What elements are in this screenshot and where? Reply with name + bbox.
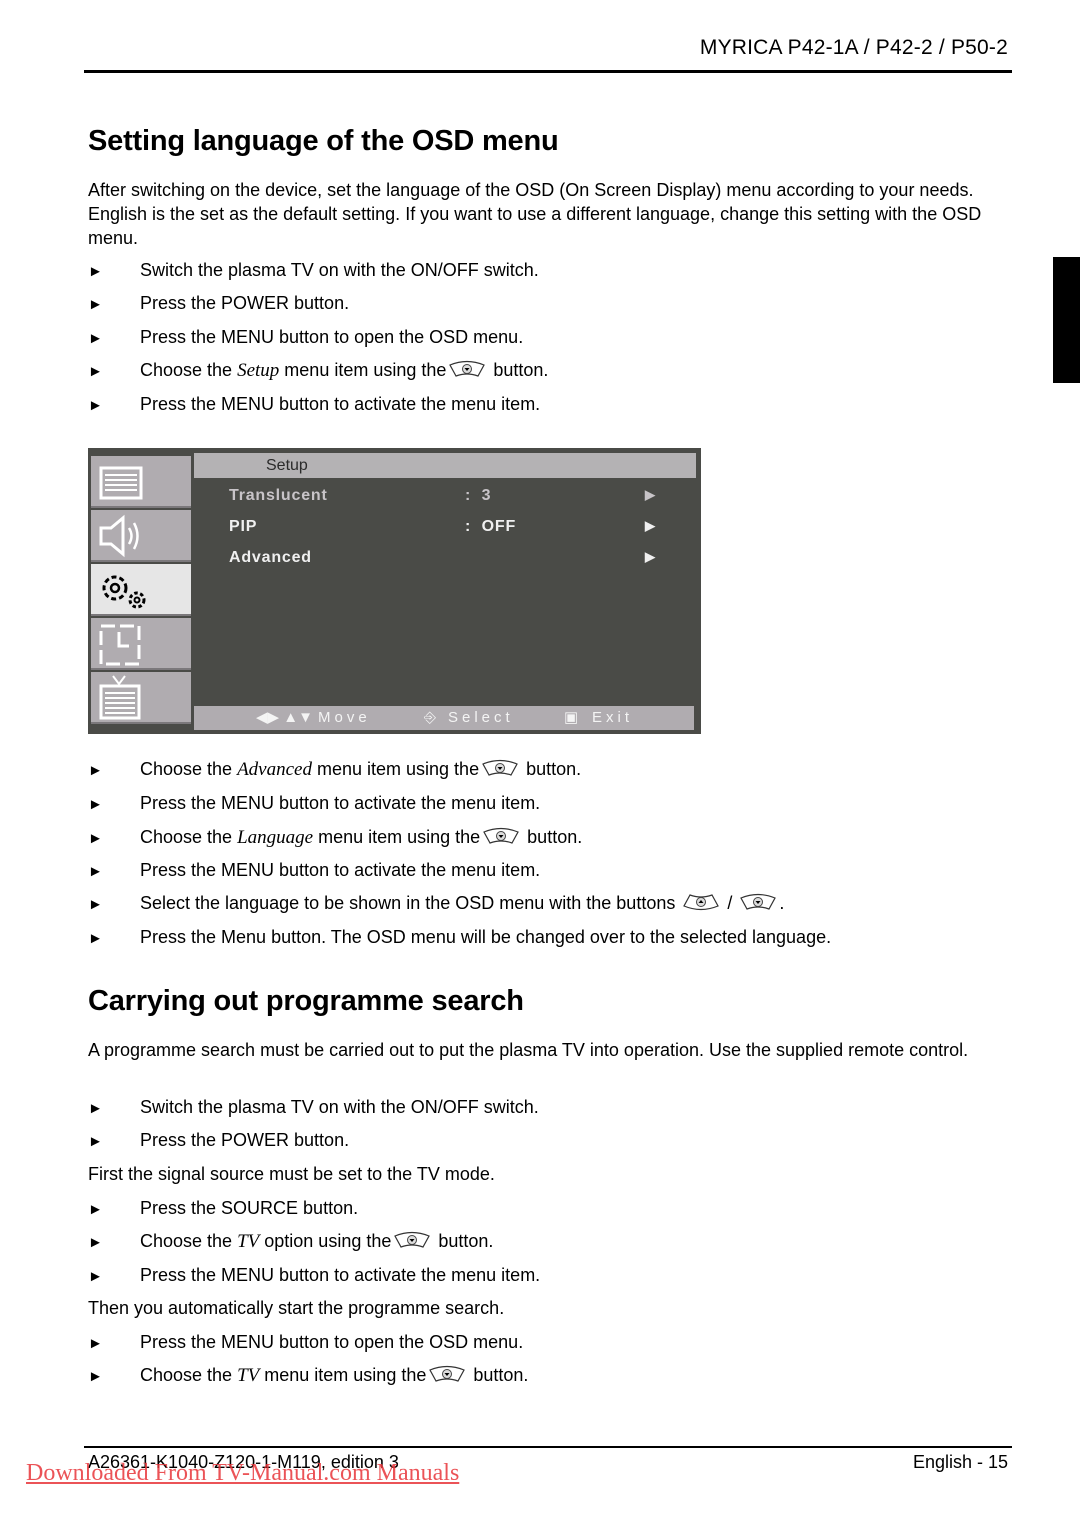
step-item: ► Press the MENU button to activate the m…	[88, 1263, 540, 1289]
bullet-icon: ►	[88, 1234, 103, 1251]
chapter-tab-marker	[1053, 257, 1080, 383]
picture-icon	[99, 466, 143, 500]
section-intro: After switching on the device, set the l…	[88, 180, 982, 248]
step-item: ► Switch the plasma TV on with the ON/OFF…	[88, 258, 539, 284]
osd-tab-picture	[91, 456, 191, 508]
step-item: ► Press the MENU button to activate the m…	[88, 791, 540, 817]
footer-rule	[84, 1446, 1012, 1448]
section-heading-osd-language: Setting language of the OSD menu	[88, 125, 559, 157]
bullet-icon: ►	[88, 796, 103, 813]
osd-title-bar: Setup	[194, 453, 696, 478]
download-watermark-link[interactable]: Downloaded From TV-Manual.com Manuals	[26, 1460, 459, 1487]
bullet-icon: ►	[88, 1368, 103, 1385]
select-icon: ⎆	[424, 709, 437, 726]
bullet-icon: ►	[88, 1100, 103, 1117]
step-item: ► Select the language to be shown in the …	[88, 891, 784, 917]
arrow-right-icon: ▶	[645, 518, 656, 533]
bullet-icon: ►	[88, 330, 103, 347]
note-text: Then you automatically start the program…	[88, 1298, 505, 1318]
osd-tab-tv	[91, 672, 191, 724]
bullet-icon: ►	[88, 830, 103, 847]
section-heading-programme-search: Carrying out programme search	[88, 985, 524, 1017]
osd-footer-move: Move	[318, 709, 371, 726]
step-item: ► Press the POWER button.	[88, 1128, 349, 1154]
note-text: First the signal source must be set to t…	[88, 1164, 495, 1184]
clock-icon	[99, 624, 141, 666]
section-intro: A programme search must be carried out t…	[88, 1040, 969, 1060]
tv-icon	[99, 675, 141, 720]
step-item: ► Press the Menu button. The OSD menu wil…	[88, 925, 831, 951]
step-item: ► Press the MENU button to open the OSD m…	[88, 1330, 523, 1356]
osd-menu-screenshot: Setup Translucent: 3 ▶ PIP: OFF ▶ Advanced…	[88, 448, 701, 734]
bullet-icon: ►	[88, 397, 103, 414]
bullet-icon: ►	[88, 296, 103, 313]
exit-icon: ▣	[564, 709, 579, 726]
step-item: ► Choose the Advanced menu item using the…	[88, 757, 581, 783]
osd-tab-setup	[91, 564, 191, 616]
page-number: English - 15	[912, 1452, 1008, 1472]
bullet-icon: ►	[88, 363, 103, 380]
osd-row-translucent: Translucent: 3 ▶	[229, 487, 656, 504]
move-arrows-icon: ◀▶ ▲▼	[256, 709, 313, 726]
step-item: ► Choose the TV option using the button.	[88, 1229, 493, 1255]
bullet-icon: ►	[88, 1335, 103, 1352]
down-button-icon	[739, 893, 777, 917]
bullet-icon: ►	[88, 762, 103, 779]
step-item: ► Press the MENU button to open the OSD m…	[88, 325, 523, 351]
osd-title: Setup	[266, 457, 308, 474]
step-item: ► Press the MENU button to activate the m…	[88, 392, 540, 418]
bullet-icon: ►	[88, 263, 103, 280]
down-button-icon	[481, 759, 519, 783]
step-item: ► Switch the plasma TV on with the ON/OFF…	[88, 1095, 539, 1121]
sound-icon	[99, 514, 139, 558]
down-button-icon	[393, 1231, 431, 1255]
bullet-icon: ►	[88, 1201, 103, 1218]
step-item: ► Press the POWER button.	[88, 291, 349, 317]
osd-row-advanced: Advanced ▶	[229, 549, 656, 566]
osd-footer-bar: ◀▶ ▲▼ Move ⎆ Select ▣ Exit	[194, 706, 694, 730]
down-button-icon	[482, 827, 520, 851]
up-button-icon	[682, 893, 720, 917]
step-item: ► Press the SOURCE button.	[88, 1196, 358, 1222]
setup-gears-icon	[102, 575, 146, 609]
header-title: MYRICA P42-1A / P42-2 / P50-2	[699, 36, 1008, 59]
arrow-right-icon: ▶	[645, 549, 656, 564]
osd-footer-exit: Exit	[592, 709, 634, 726]
bullet-icon: ►	[88, 1133, 103, 1150]
bullet-icon: ►	[88, 863, 103, 880]
bullet-icon: ►	[88, 896, 103, 913]
osd-tab-sound	[91, 510, 191, 562]
step-item: ► Choose the Language menu item using the…	[88, 825, 582, 851]
osd-footer-select: Select	[448, 709, 514, 726]
down-button-icon	[448, 360, 486, 384]
osd-side-menu	[91, 456, 191, 728]
header-rule	[84, 70, 1012, 73]
osd-row-pip: PIP: OFF ▶	[229, 518, 656, 535]
step-item: ► Choose the Setup menu item using the bu…	[88, 358, 548, 384]
step-item: ► Press the MENU button to activate the m…	[88, 858, 540, 884]
bullet-icon: ►	[88, 1268, 103, 1285]
arrow-right-icon: ▶	[645, 487, 656, 502]
down-button-icon	[428, 1365, 466, 1389]
bullet-icon: ►	[88, 930, 103, 947]
osd-tab-time	[91, 618, 191, 670]
step-item: ► Choose the TV menu item using the butto…	[88, 1363, 528, 1389]
